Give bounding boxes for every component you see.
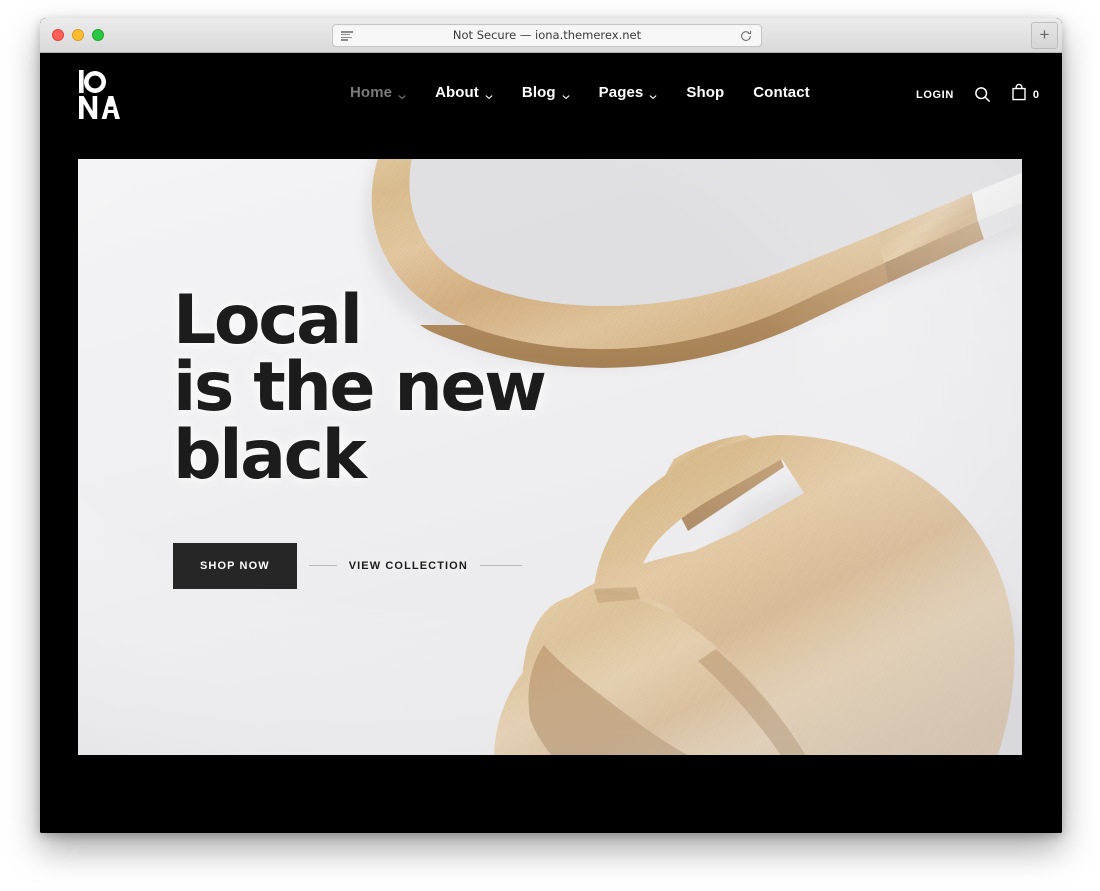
browser-titlebar: Not Secure — iona.themerex.net + — [40, 18, 1062, 53]
hero-title-line-1: Local — [173, 281, 363, 360]
login-link[interactable]: LOGIN — [916, 89, 954, 101]
hero-title-line-2: is the new — [173, 348, 547, 428]
nav-item-label: Blog — [521, 84, 556, 101]
divider-line — [308, 565, 337, 567]
nav-item-label: Shop — [686, 84, 725, 101]
header-actions: LOGIN 0 — [916, 83, 1039, 106]
nav-item-pages[interactable]: Pages — [599, 84, 658, 101]
hero-title: Local is the new black — [173, 281, 547, 495]
minimize-window-button[interactable] — [72, 29, 84, 41]
chevron-down-icon — [649, 88, 657, 99]
hero-content: Local is the new black SHOP NOW VIEW COL… — [173, 281, 547, 589]
close-window-button[interactable] — [52, 29, 64, 41]
shop-now-button[interactable]: SHOP NOW — [173, 542, 297, 589]
divider-line — [479, 565, 522, 567]
nav-item-label: Pages — [598, 84, 644, 101]
hero-section: Local is the new black SHOP NOW VIEW COL… — [78, 159, 1022, 755]
nav-item-label: About — [435, 84, 479, 101]
new-tab-button[interactable]: + — [1031, 22, 1058, 49]
nav-item-label: Home — [350, 84, 393, 101]
address-bar[interactable]: Not Secure — iona.themerex.net — [332, 24, 762, 47]
view-collection-link[interactable]: VIEW COLLECTION — [349, 560, 468, 572]
chevron-down-icon — [398, 88, 406, 99]
chevron-down-icon — [562, 88, 570, 99]
nav-item-about[interactable]: About — [435, 84, 493, 101]
reload-icon[interactable] — [739, 29, 753, 43]
hero-actions: SHOP NOW VIEW COLLECTION — [173, 542, 545, 589]
site-logo[interactable] — [78, 69, 120, 121]
address-bar-text: Not Secure — iona.themerex.net — [452, 28, 642, 42]
nav-item-shop[interactable]: Shop — [686, 84, 724, 101]
cart-button[interactable]: 0 — [1011, 83, 1039, 106]
hero-title-line-3: black — [173, 415, 367, 495]
website-viewport: Home About Blog Pages Shop Contact LOGIN… — [40, 53, 1062, 833]
nav-item-home[interactable]: Home — [350, 84, 406, 101]
nav-item-blog[interactable]: Blog — [522, 84, 570, 101]
shopping-bag-icon — [1011, 83, 1027, 106]
nav-item-contact[interactable]: Contact — [753, 84, 810, 101]
zoom-window-button[interactable] — [92, 29, 104, 41]
nav-item-label: Contact — [753, 84, 810, 101]
main-navigation: Home About Blog Pages Shop Contact — [350, 84, 810, 101]
browser-window: Not Secure — iona.themerex.net + Home Ab… — [40, 18, 1062, 833]
search-icon[interactable] — [974, 86, 991, 103]
site-header: Home About Blog Pages Shop Contact LOGIN… — [40, 53, 1062, 139]
window-traffic-lights — [52, 29, 104, 41]
cart-count: 0 — [1032, 88, 1039, 101]
chevron-down-icon — [485, 88, 493, 99]
